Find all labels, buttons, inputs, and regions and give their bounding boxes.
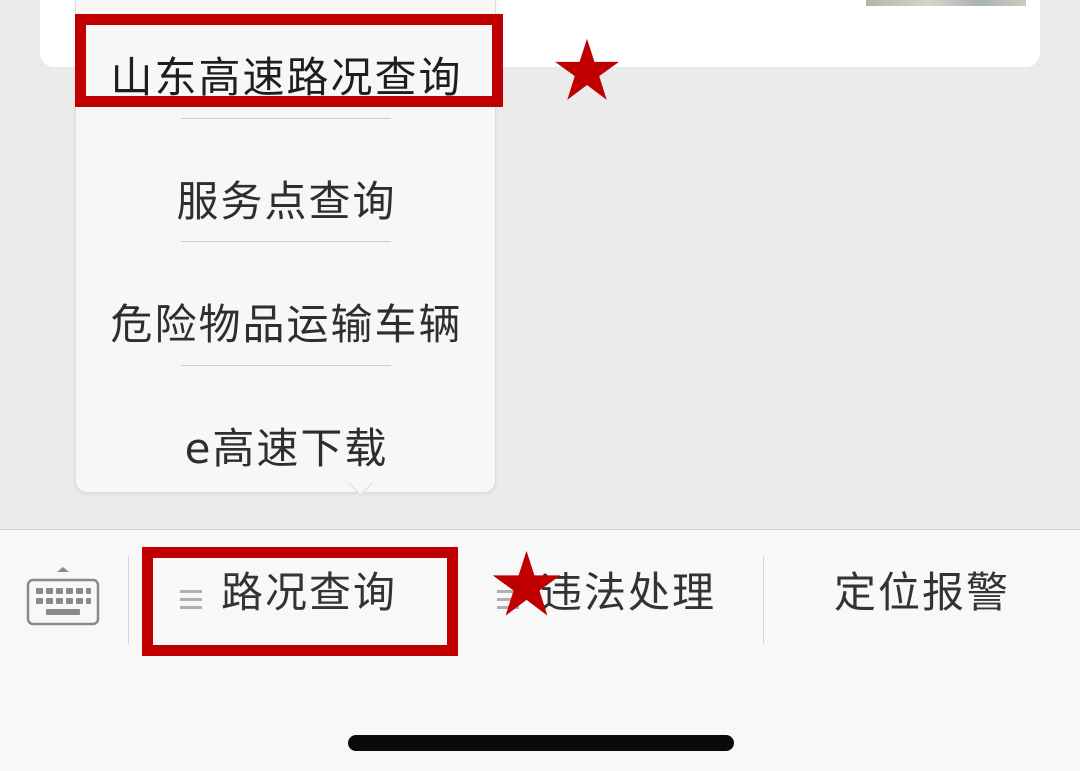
menu-item-hazardous-vehicles[interactable]: 危险物品运输车辆 <box>76 304 497 346</box>
menu-divider <box>181 241 391 242</box>
popup-pointer-arrow <box>348 471 373 496</box>
star-annotation-icon <box>555 38 619 100</box>
tab-violation-handling[interactable]: 违法处理 <box>540 572 716 614</box>
keyboard-icon[interactable] <box>26 563 100 627</box>
menu-item-e-gaosu-download[interactable]: e高速下载 <box>76 428 497 470</box>
highlight-box-menu-item <box>75 14 503 107</box>
home-indicator[interactable] <box>348 735 734 751</box>
menu-item-service-point[interactable]: 服务点查询 <box>76 181 497 223</box>
highlight-box-tab <box>142 547 458 656</box>
star-annotation-icon <box>492 550 561 616</box>
menu-divider <box>181 365 391 366</box>
card-thumbnail-image <box>866 0 1026 6</box>
tab-location-alarm[interactable]: 定位报警 <box>834 572 1010 614</box>
menu-divider <box>181 118 391 119</box>
tab-separator <box>763 556 764 644</box>
tab-separator <box>128 556 129 644</box>
